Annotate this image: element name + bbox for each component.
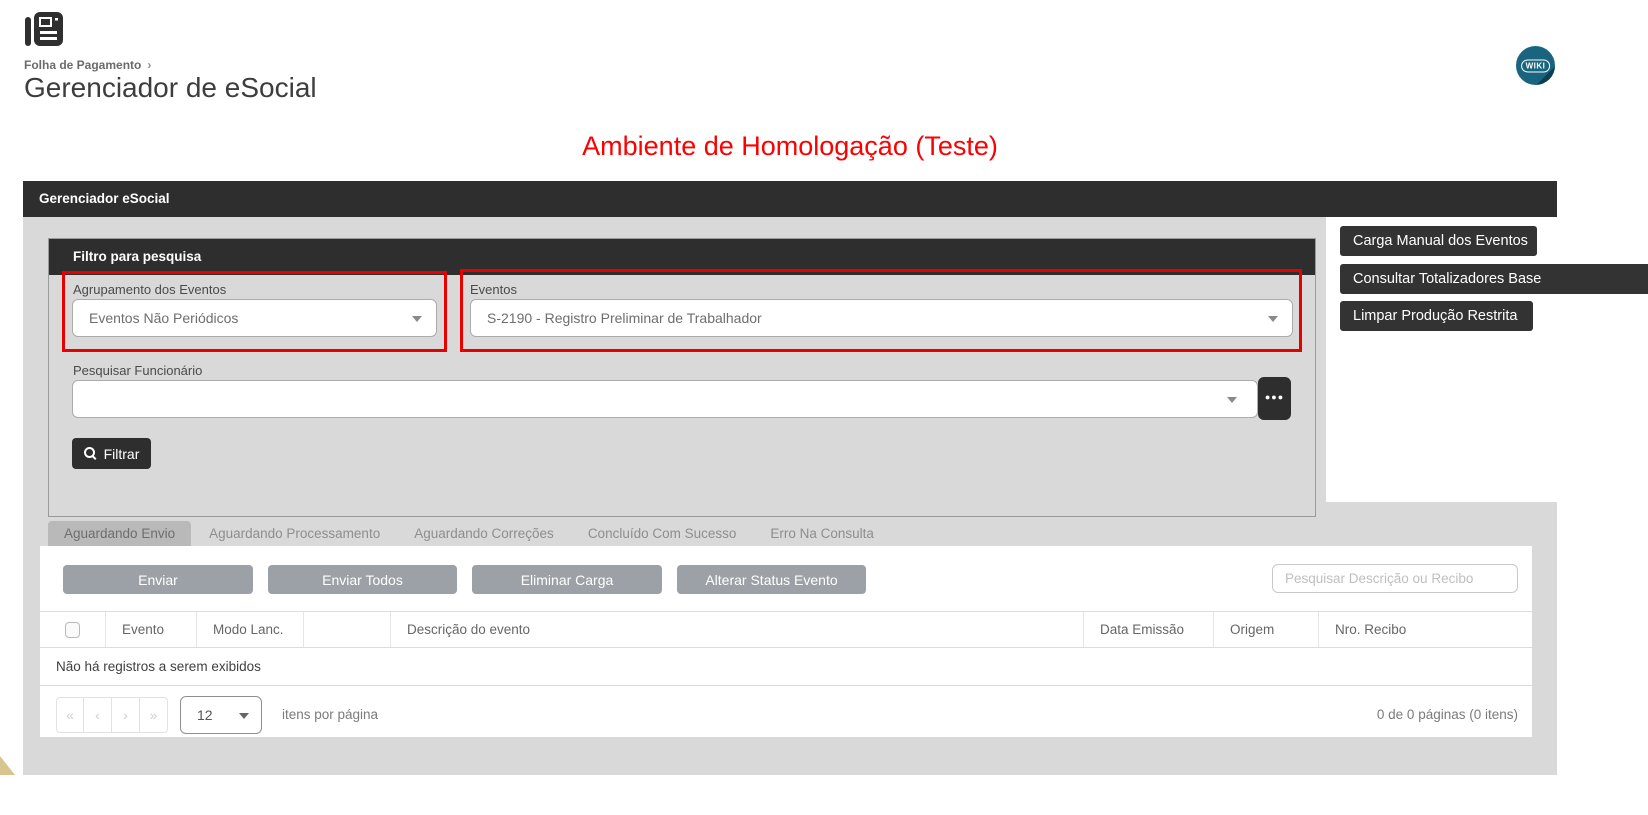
send-all-button[interactable]: Enviar Todos [268, 565, 457, 594]
pager-summary: 0 de 0 páginas (0 itens) [1376, 707, 1518, 722]
events-label: Eventos [470, 282, 517, 297]
filter-button-label: Filtrar [103, 445, 140, 462]
delete-load-button[interactable]: Eliminar Carga [472, 565, 662, 594]
breadcrumb[interactable]: Folha de Pagamento › [24, 58, 151, 72]
grouping-label: Agrupamento dos Eventos [73, 282, 227, 297]
chevron-down-icon [412, 316, 422, 322]
filter-button[interactable]: Filtrar [72, 438, 151, 469]
tab-aguardando-envio[interactable]: Aguardando Envio [48, 521, 192, 546]
events-select-value: S-2190 - Registro Preliminar de Trabalha… [487, 310, 762, 326]
filter-panel-title: Filtro para pesquisa [49, 239, 1315, 275]
select-all-checkbox[interactable] [65, 621, 80, 638]
select-all-cell [40, 612, 105, 647]
wiki-badge[interactable]: WIKI [1516, 46, 1555, 85]
window-title-bar: Gerenciador eSocial [23, 181, 1557, 217]
corner-wedge-decoration [0, 756, 15, 775]
consult-totalizers-button[interactable]: Consultar Totalizadores Base [1340, 264, 1648, 294]
items-per-page-label: itens por página [282, 707, 379, 722]
tab-aguardando-processamento[interactable]: Aguardando Processamento [193, 521, 396, 546]
employee-search-select[interactable] [72, 380, 1258, 418]
grouping-select-value: Eventos Não Periódicos [89, 310, 239, 326]
clear-restricted-production-button[interactable]: Limpar Produção Restrita [1340, 301, 1533, 331]
employee-more-options-button[interactable]: ●●● [1258, 377, 1291, 420]
environment-banner: Ambiente de Homologação (Teste) [582, 131, 998, 161]
grouping-select[interactable]: Eventos Não Periódicos [72, 299, 437, 337]
column-header-modo-lanc: Modo Lanc. [196, 612, 303, 647]
manual-load-events-button[interactable]: Carga Manual dos Eventos [1340, 226, 1537, 256]
chevron-down-icon [239, 713, 249, 719]
column-header-data-emissao: Data Emissão [1083, 612, 1213, 647]
chevron-down-icon [1268, 316, 1278, 322]
column-header-blank [303, 612, 390, 647]
chevron-down-icon [1227, 397, 1237, 403]
search-icon [83, 447, 97, 460]
page-size-value: 12 [197, 707, 213, 723]
page-title: Gerenciador de eSocial [24, 72, 317, 103]
column-header-nro-recibo: Nro. Recibo [1318, 612, 1532, 647]
send-button[interactable]: Enviar [63, 565, 253, 594]
tab-erro-na-consulta[interactable]: Erro Na Consulta [754, 521, 890, 546]
employee-search-label: Pesquisar Funcionário [73, 363, 203, 378]
next-page-button[interactable]: › [112, 697, 140, 733]
tab-concluido-com-sucesso[interactable]: Concluído Com Sucesso [572, 521, 753, 546]
breadcrumb-chevron-icon: › [147, 58, 152, 72]
alter-status-event-button[interactable]: Alterar Status Evento [677, 565, 866, 594]
column-header-descricao: Descrição do evento [390, 612, 1083, 647]
column-header-evento: Evento [105, 612, 196, 647]
table-header: Evento Modo Lanc. Descrição do evento Da… [40, 611, 1532, 648]
first-page-button[interactable]: « [56, 697, 84, 733]
events-select[interactable]: S-2190 - Registro Preliminar de Trabalha… [470, 299, 1293, 337]
status-tabs: Aguardando Envio Aguardando Processament… [48, 521, 890, 546]
side-buttons-backdrop [1326, 217, 1557, 502]
last-page-button[interactable]: » [140, 697, 168, 733]
grid-search-input[interactable] [1272, 564, 1518, 593]
filter-panel: Filtro para pesquisa [48, 238, 1316, 517]
tab-aguardando-correcoes[interactable]: Aguardando Correções [398, 521, 570, 546]
page-size-select[interactable]: 12 [180, 696, 262, 734]
payroll-newspaper-icon [24, 8, 64, 55]
previous-page-button[interactable]: ‹ [84, 697, 112, 733]
column-header-origem: Origem [1213, 612, 1318, 647]
page: Folha de Pagamento › Gerenciador de eSoci… [0, 0, 1648, 815]
empty-state-message: Não há registros a serem exibidos [40, 648, 1532, 686]
wiki-badge-label: WIKI [1520, 59, 1551, 72]
pager-nav: « ‹ › » [56, 697, 168, 733]
